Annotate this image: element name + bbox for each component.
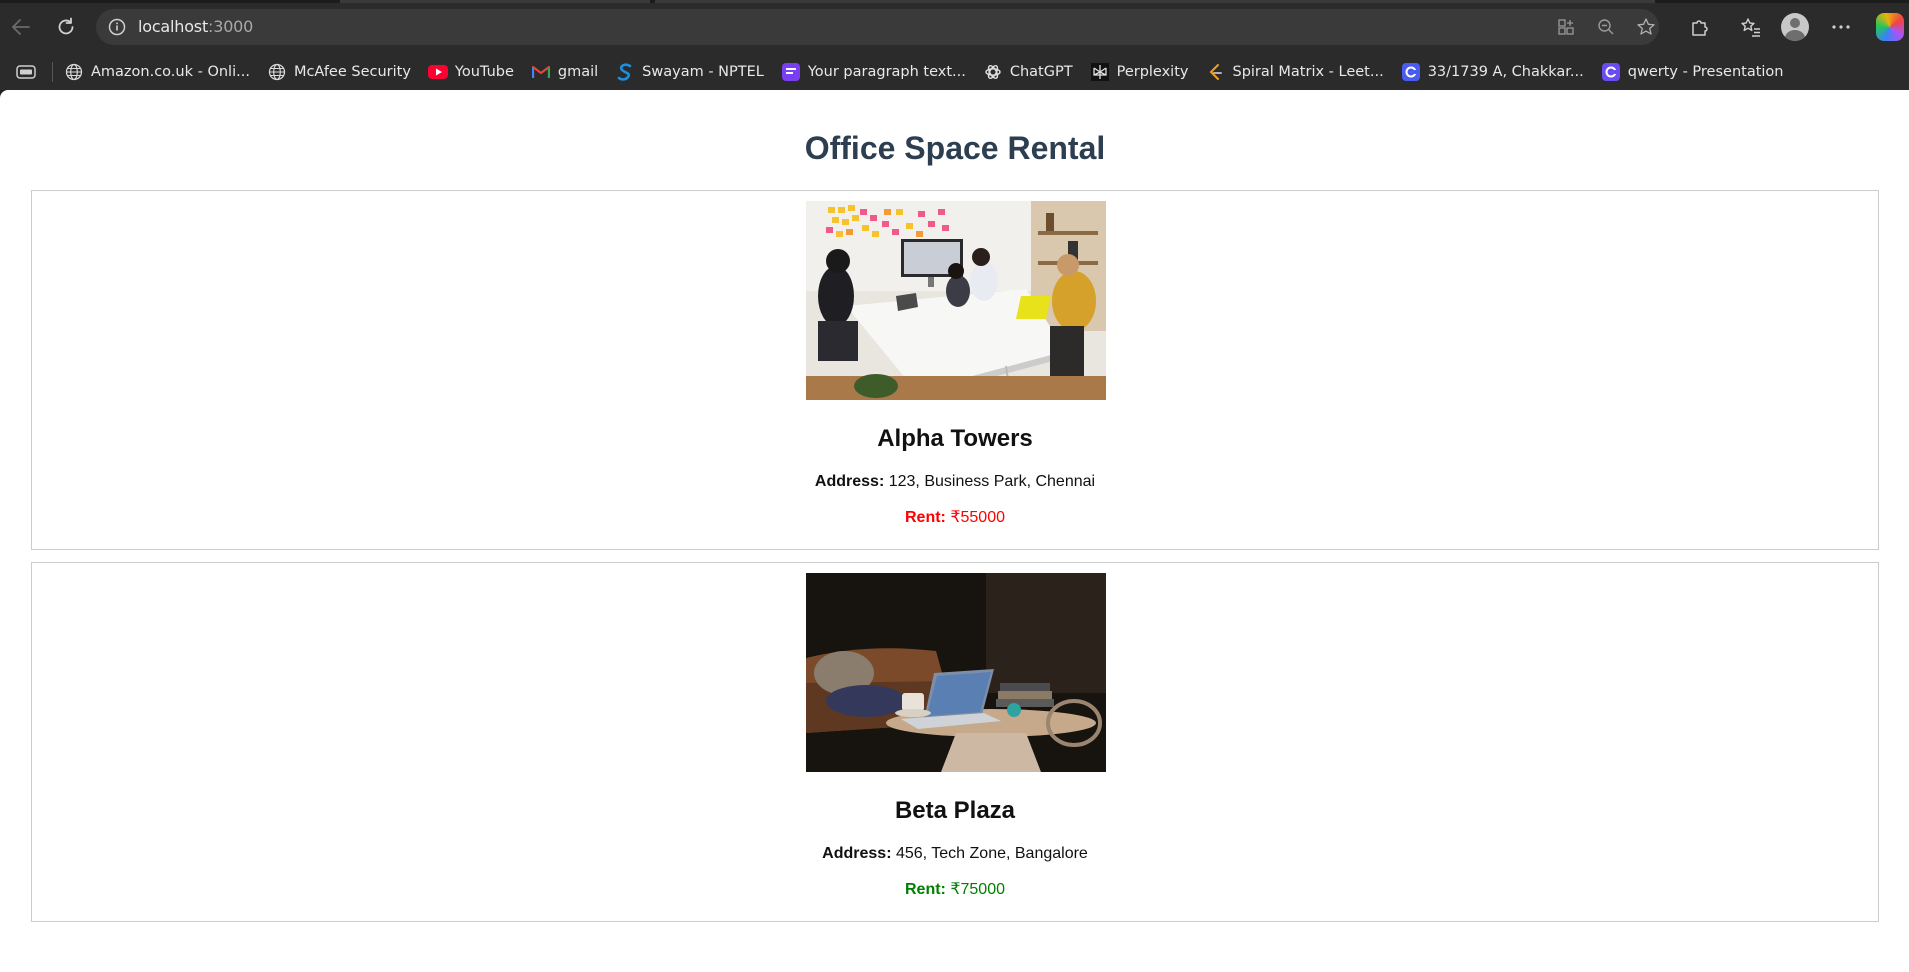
url-text[interactable]: localhost:3000 — [138, 17, 253, 36]
bookmark-qwerty[interactable]: qwerty - Presentation — [1601, 62, 1784, 82]
bookmark-label: YouTube — [454, 64, 514, 80]
address-value: 456, Tech Zone, Bangalore — [895, 845, 1088, 862]
sidebar-toggle-icon[interactable] — [16, 65, 36, 84]
extensions-button[interactable] — [1685, 12, 1715, 42]
bookmark-label: Perplexity — [1116, 64, 1189, 80]
bookmark-amazon[interactable]: Amazon.co.uk - Onli... — [64, 62, 250, 82]
bookmark-label: gmail — [557, 64, 599, 80]
leetcode-icon — [1205, 62, 1225, 82]
rent-value: ₹55000 — [950, 509, 1005, 526]
office-meeting-photo — [806, 201, 1106, 400]
office-rent: Rent: ₹75000 — [32, 879, 1878, 899]
favorites-button[interactable] — [1736, 12, 1766, 42]
bookmark-perplexity[interactable]: Perplexity — [1090, 62, 1189, 82]
gmail-icon — [531, 62, 551, 82]
bookmark-chakkar[interactable]: 33/1739 A, Chakkar... — [1401, 62, 1584, 82]
copilot-icon[interactable] — [1876, 13, 1904, 41]
profile-avatar[interactable] — [1781, 13, 1809, 41]
address-value: 123, Business Park, Chennai — [888, 473, 1096, 490]
app-available-icon[interactable] — [1556, 17, 1576, 37]
url-port: :3000 — [208, 17, 254, 36]
url-host: localhost — [138, 17, 209, 36]
bookmark-mcafee[interactable]: McAfee Security — [267, 62, 411, 82]
page-title: Office Space Rental — [804, 130, 1106, 166]
more-menu-button[interactable] — [1826, 12, 1856, 42]
puzzle-icon — [1692, 20, 1708, 36]
bookmarks-bar: Amazon.co.uk - Onli... McAfee Security Y… — [0, 54, 1909, 90]
bookmark-leetcode[interactable]: Spiral Matrix - Leet... — [1205, 62, 1384, 82]
browser-toolbar: localhost:3000 — [0, 0, 1909, 54]
office-name: Alpha Towers — [877, 425, 1033, 452]
back-arrow-icon — [12, 19, 30, 35]
bookmarks-separator — [52, 62, 53, 82]
bookmark-label: Your paragraph text... — [807, 64, 966, 80]
bookmark-label: Amazon.co.uk - Onli... — [91, 64, 250, 80]
tab-strip-edge — [0, 0, 1909, 3]
rent-label: Rent: — [904, 509, 946, 526]
address-label: Address: — [814, 473, 885, 490]
copilot-page-icon — [1401, 62, 1421, 82]
bookmark-list: Amazon.co.uk - Onli... McAfee Security Y… — [64, 54, 1801, 90]
office-rent: Rent: ₹55000 — [32, 507, 1878, 527]
reload-button[interactable] — [51, 12, 81, 42]
rent-label: Rent: — [904, 881, 946, 898]
bookmark-label: qwerty - Presentation — [1627, 64, 1784, 80]
office-address: Address: 456, Tech Zone, Bangalore — [32, 845, 1878, 863]
laptop-lounge-photo — [806, 573, 1106, 772]
reload-icon — [58, 17, 74, 35]
bookmark-label: McAfee Security — [293, 64, 411, 80]
swayam-icon — [615, 62, 635, 82]
avatar-body — [1785, 30, 1805, 41]
office-card-alpha: Alpha Towers Address: 123, Business Park… — [31, 190, 1879, 550]
bookmark-label: Spiral Matrix - Leet... — [1232, 64, 1384, 80]
perplexity-icon — [1090, 62, 1110, 82]
office-name: Beta Plaza — [894, 797, 1016, 824]
copilot-page-icon — [1601, 62, 1621, 82]
canva-icon — [781, 62, 801, 82]
globe-icon — [267, 62, 287, 82]
bookmark-label: 33/1739 A, Chakkar... — [1427, 64, 1584, 80]
site-info-icon[interactable] — [108, 18, 126, 41]
favorite-star-icon[interactable] — [1636, 17, 1656, 37]
bookmark-chatgpt[interactable]: ChatGPT — [983, 62, 1073, 82]
office-address: Address: 123, Business Park, Chennai — [32, 473, 1878, 491]
bookmark-swayam[interactable]: Swayam - NPTEL — [615, 62, 764, 82]
ellipsis-icon — [1832, 25, 1850, 29]
chatgpt-icon — [983, 62, 1003, 82]
zoom-icon[interactable] — [1596, 17, 1616, 37]
address-bar[interactable]: localhost:3000 — [96, 9, 1659, 45]
favorites-list-icon — [1741, 18, 1760, 37]
bookmark-label: ChatGPT — [1009, 64, 1073, 80]
office-card-beta: Beta Plaza Address: 456, Tech Zone, Bang… — [31, 562, 1879, 922]
back-button[interactable] — [6, 12, 36, 42]
rent-value: ₹75000 — [950, 881, 1005, 898]
bookmark-label: Swayam - NPTEL — [642, 64, 764, 80]
page-viewport: Office Space Rental Alpha Towers Address… — [0, 90, 1909, 972]
bookmark-youtube[interactable]: YouTube — [427, 62, 514, 82]
bookmark-gmail[interactable]: gmail — [531, 62, 598, 82]
bookmark-canva[interactable]: Your paragraph text... — [781, 62, 966, 82]
address-label: Address: — [822, 845, 892, 862]
avatar-head — [1790, 18, 1800, 28]
youtube-icon — [427, 62, 448, 82]
globe-icon — [64, 62, 84, 82]
